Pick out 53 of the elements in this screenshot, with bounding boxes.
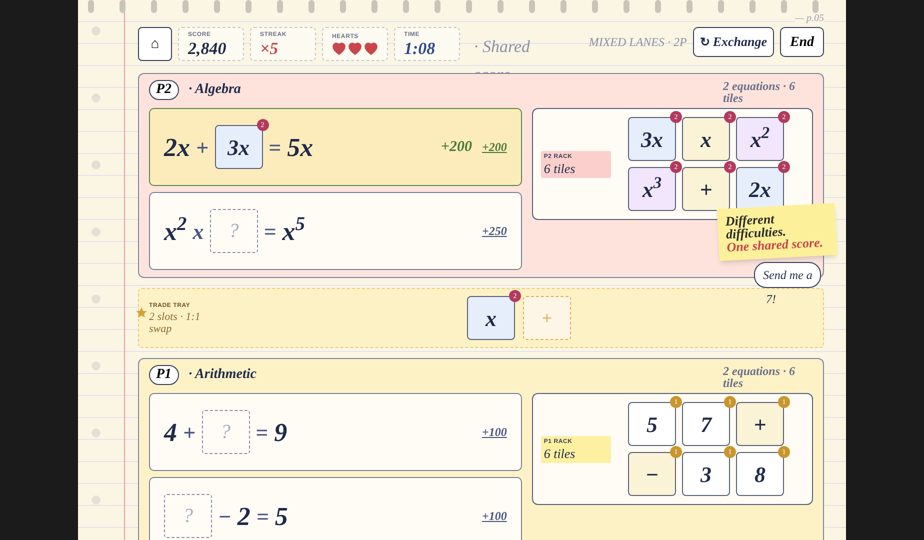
mode-label: MIXED LANES · 2P [588, 34, 687, 51]
letter-tile[interactable]: + [682, 167, 730, 211]
equation-operator: − [218, 502, 232, 530]
stat-value: 1:08 [404, 40, 436, 58]
letter-tile[interactable]: 8 [736, 452, 784, 496]
letter-tile[interactable]: 7 [682, 402, 730, 446]
equation-operator: x [192, 218, 204, 246]
letter-tile[interactable]: 5 [628, 402, 676, 446]
speech-bubble: Send me a [754, 262, 822, 288]
equation-operator: = [256, 418, 268, 446]
player-badge: P2 [149, 80, 179, 100]
letter-tile[interactable]: 3x [628, 117, 676, 161]
points-value: +250 [482, 223, 507, 240]
equation-term: 2x [164, 132, 190, 164]
tray-detail: 2 slots · 1:1 swap [149, 310, 202, 334]
equation-term: x$^{5}$ [282, 212, 306, 248]
stat-value: ×5 [260, 40, 280, 58]
letter-tile[interactable]: x [682, 117, 730, 161]
exchange-button[interactable]: ↻ Exchange [692, 27, 774, 57]
letter-tile[interactable]: 3x [214, 125, 263, 169]
equation-operator: + [183, 418, 196, 446]
points-earned: +200 [440, 138, 472, 157]
equation-term: 4 [164, 416, 177, 448]
stat-value: 2,840 [188, 40, 228, 58]
equation-term: 5 [274, 500, 288, 532]
letter-tile[interactable]: 3 [682, 452, 730, 496]
speech-text: 7! [766, 291, 776, 308]
equation-operator: = [268, 134, 282, 162]
letter-tile[interactable]: x [467, 296, 515, 340]
letter-tile[interactable]: x$^{3}$ [628, 167, 676, 211]
lane-meta: 2 equations · 6 tiles [723, 365, 796, 389]
equation-operator: = [256, 502, 269, 530]
letter-tile[interactable]: + [736, 402, 784, 446]
points-value: +200 [482, 139, 507, 156]
page-number: — p.05 [795, 13, 824, 24]
letter-tile[interactable]: 2x [736, 167, 784, 211]
equation-term: 5x [287, 132, 314, 164]
end-button[interactable]: End [780, 27, 824, 57]
home-button[interactable]: ⌂ [138, 27, 172, 61]
points-value: +100 [482, 508, 507, 525]
equation-term: x$^{2}$ [164, 212, 187, 248]
equation-term: 9 [274, 416, 288, 448]
lane-title: · Arithmetic [188, 366, 256, 384]
equation-operator: = [264, 218, 276, 246]
letter-tile[interactable]: − [628, 452, 676, 496]
letter-tile[interactable]: x$^{2}$ [736, 117, 784, 161]
lane-meta: 2 equations · 6 tiles [723, 80, 796, 104]
star-icon [135, 306, 148, 319]
player-badge: P1 [149, 365, 179, 385]
equation-term: 2 [237, 500, 250, 532]
points-value: +100 [482, 424, 507, 441]
lane-title: · Algebra [188, 81, 241, 99]
equation-operator: + [196, 134, 209, 162]
